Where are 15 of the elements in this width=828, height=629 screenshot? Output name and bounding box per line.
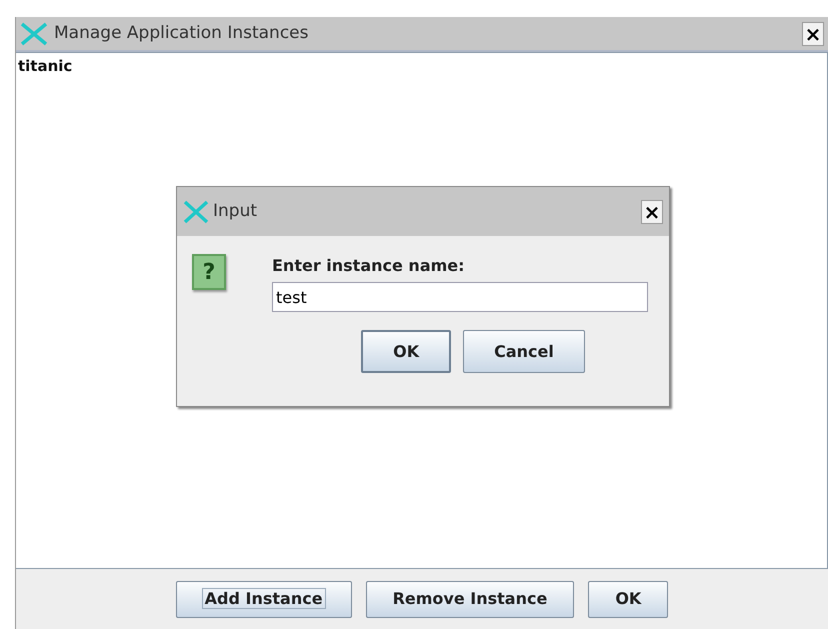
prompt-label: Enter instance name:: [272, 255, 466, 277]
window-title: Manage Application Instances: [54, 22, 308, 45]
x-logo-icon: [20, 22, 48, 46]
question-icon: ?: [192, 254, 226, 290]
x-logo-icon: [183, 200, 209, 224]
input-field[interactable]: test: [272, 282, 648, 312]
action-button[interactable]: OK: [588, 580, 668, 618]
dialog-title: Input: [213, 200, 258, 223]
close-button[interactable]: ×: [641, 200, 663, 224]
close-button[interactable]: ×: [802, 22, 824, 46]
list-item[interactable]: titanic: [16, 53, 827, 80]
dialog-button[interactable]: Cancel: [463, 330, 585, 373]
dialog-button[interactable]: OK: [361, 330, 452, 373]
action-button[interactable]: Add Instance: [176, 580, 352, 618]
action-button[interactable]: Remove Instance: [366, 580, 574, 618]
